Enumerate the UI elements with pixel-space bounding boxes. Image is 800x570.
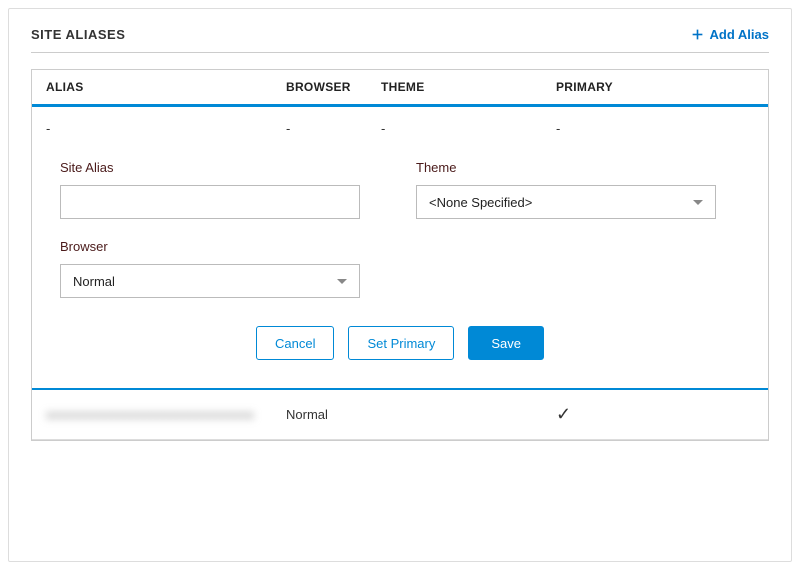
table-header: ALIAS BROWSER THEME PRIMARY <box>32 70 768 107</box>
browser-select[interactable]: Normal <box>60 264 360 298</box>
check-icon: ✓ <box>556 404 571 424</box>
save-button-label: Save <box>491 336 521 351</box>
panel-title: SITE ALIASES <box>31 27 125 42</box>
browser-group: Browser Normal <box>60 239 360 298</box>
table-row[interactable]: xxxxxxxxxxxxxxxxxxxxxxxxxxxxxxxx Normal … <box>32 390 768 440</box>
cell-alias-masked: xxxxxxxxxxxxxxxxxxxxxxxxxxxxxxxx <box>46 407 286 422</box>
add-alias-button[interactable]: Add Alias <box>691 27 769 42</box>
set-primary-button[interactable]: Set Primary <box>348 326 454 360</box>
form-buttons: Cancel Set Primary Save <box>60 326 740 360</box>
theme-group: Theme <None Specified> <box>416 160 716 219</box>
theme-select[interactable]: <None Specified> <box>416 185 716 219</box>
add-alias-label: Add Alias <box>710 27 769 42</box>
cell-primary: - <box>556 121 676 136</box>
site-aliases-panel: SITE ALIASES Add Alias ALIAS BROWSER THE… <box>8 8 792 562</box>
col-header-theme: THEME <box>381 80 556 94</box>
chevron-down-icon <box>693 200 703 205</box>
alias-table: ALIAS BROWSER THEME PRIMARY - - - - Site… <box>31 69 769 441</box>
site-alias-input[interactable] <box>60 185 360 219</box>
cell-primary: ✓ <box>556 404 676 425</box>
chevron-down-icon <box>337 279 347 284</box>
plus-icon <box>691 28 704 41</box>
browser-select-value: Normal <box>73 274 115 289</box>
col-header-primary: PRIMARY <box>556 80 676 94</box>
cell-browser: - <box>286 121 381 136</box>
cell-browser: Normal <box>286 407 381 422</box>
col-header-browser: BROWSER <box>286 80 381 94</box>
cell-alias: - <box>46 121 286 136</box>
cell-theme: - <box>381 121 556 136</box>
site-alias-label: Site Alias <box>60 160 360 175</box>
cancel-button-label: Cancel <box>275 336 315 351</box>
save-button[interactable]: Save <box>468 326 544 360</box>
edit-alias-form: Site Alias Theme <None Specified> Browse… <box>32 144 768 388</box>
cancel-button[interactable]: Cancel <box>256 326 334 360</box>
col-header-alias: ALIAS <box>46 80 286 94</box>
table-row[interactable]: - - - - <box>32 107 768 144</box>
site-alias-group: Site Alias <box>60 160 360 219</box>
theme-label: Theme <box>416 160 716 175</box>
set-primary-button-label: Set Primary <box>367 336 435 351</box>
panel-header: SITE ALIASES Add Alias <box>31 27 769 53</box>
theme-select-value: <None Specified> <box>429 195 532 210</box>
browser-label: Browser <box>60 239 360 254</box>
